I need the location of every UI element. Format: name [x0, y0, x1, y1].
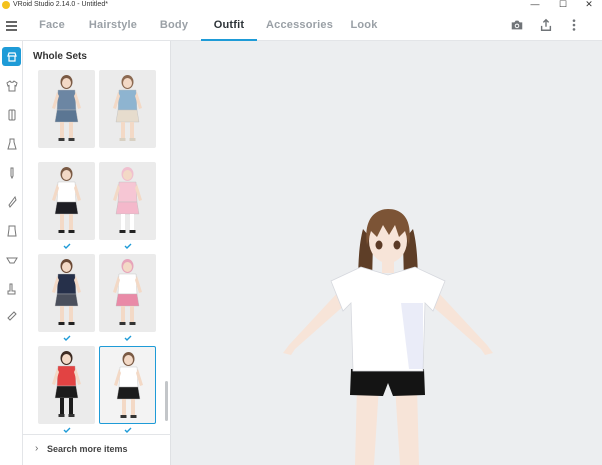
- tops-icon[interactable]: [2, 76, 21, 95]
- panel-scrollbar[interactable]: [165, 381, 168, 421]
- jacket-icon[interactable]: [2, 105, 21, 124]
- panel-title: Whole Sets: [33, 51, 87, 62]
- avatar-right-eye: [393, 240, 401, 250]
- bottoms-icon[interactable]: [2, 163, 21, 182]
- avatar-viewport[interactable]: [171, 41, 602, 465]
- chevron-right-icon: ›: [35, 443, 39, 454]
- avatar-shorts: [350, 369, 425, 396]
- close-button[interactable]: ✕: [576, 0, 602, 9]
- outfit-thumb-pink-check-skirt-set[interactable]: [99, 254, 156, 332]
- avatar-model[interactable]: [171, 41, 602, 465]
- share-icon[interactable]: [539, 18, 553, 32]
- outfit-thumb-navy-blazer-set[interactable]: [38, 254, 95, 332]
- outfit-preview-red-sweater-set: [52, 351, 81, 417]
- outfit-thumb-sailor-uniform-set[interactable]: [38, 162, 95, 240]
- outfit-preview-denim-shorts-set: [52, 75, 81, 141]
- checkmark-icon: [63, 335, 71, 341]
- avatar-left-leg: [355, 386, 379, 465]
- socks-icon[interactable]: [2, 192, 21, 211]
- avatar-left-arm: [283, 289, 347, 355]
- window-titlebar: VRoid Studio 2.14.0 - Untitled* — ☐ ✕: [0, 0, 602, 10]
- outfit-preview-white-tee-shorts-set: [114, 352, 143, 418]
- outfit-thumb-flowy-dress-set[interactable]: [99, 70, 156, 148]
- outfit-preview-sailor-uniform-set: [52, 167, 81, 233]
- outfit-set-icon[interactable]: [2, 47, 21, 66]
- outfit-thumb-denim-shorts-set[interactable]: [38, 70, 95, 148]
- tab-outfit[interactable]: Outfit: [201, 10, 257, 41]
- outfit-thumb-white-tee-shorts-set[interactable]: [99, 346, 156, 424]
- avatar-left-eye: [375, 240, 383, 250]
- checkmark-icon: [124, 335, 132, 341]
- app-logo-icon: [2, 1, 10, 9]
- outfit-preview-pink-maid-set: [113, 167, 142, 233]
- window-title: VRoid Studio 2.14.0 - Untitled*: [13, 1, 108, 8]
- gloves-icon[interactable]: [2, 279, 21, 298]
- tab-accessories[interactable]: Accessories: [266, 10, 333, 41]
- tab-face[interactable]: Face: [34, 10, 70, 41]
- main-tab-bar: Face Hairstyle Body Outfit Accessories L…: [0, 10, 602, 41]
- checkmark-icon: [124, 427, 132, 433]
- tab-body[interactable]: Body: [155, 10, 193, 41]
- more-vert-icon[interactable]: [567, 18, 581, 32]
- camera-icon[interactable]: [510, 18, 524, 32]
- category-rail: [0, 41, 23, 465]
- minimize-button[interactable]: —: [522, 0, 548, 9]
- checkmark-icon: [63, 427, 71, 433]
- avatar-shirt: [330, 266, 446, 372]
- outfit-preview-flowy-dress-set: [113, 75, 142, 141]
- menu-icon[interactable]: [6, 21, 17, 31]
- onepiece-icon[interactable]: [2, 134, 21, 153]
- outfit-thumb-red-sweater-set[interactable]: [38, 346, 95, 424]
- item-panel: Whole Sets › Search more items: [23, 41, 171, 465]
- search-more-items-button[interactable]: › Search more items: [23, 434, 171, 465]
- underwear-icon[interactable]: [2, 250, 21, 269]
- outfit-preview-navy-blazer-set: [52, 259, 81, 325]
- checkmark-icon: [124, 243, 132, 249]
- avatar-right-leg: [395, 386, 419, 465]
- accessory-icon[interactable]: [2, 305, 21, 324]
- checkmark-icon: [63, 243, 71, 249]
- tab-look[interactable]: Look: [345, 10, 383, 41]
- outfit-preview-pink-check-skirt-set: [113, 259, 142, 325]
- outfit-thumb-pink-maid-set[interactable]: [99, 162, 156, 240]
- shoes-icon[interactable]: [2, 221, 21, 240]
- maximize-button[interactable]: ☐: [550, 0, 576, 9]
- avatar-right-arm: [429, 289, 493, 355]
- search-more-label: Search more items: [47, 444, 128, 454]
- tab-hairstyle[interactable]: Hairstyle: [86, 10, 140, 41]
